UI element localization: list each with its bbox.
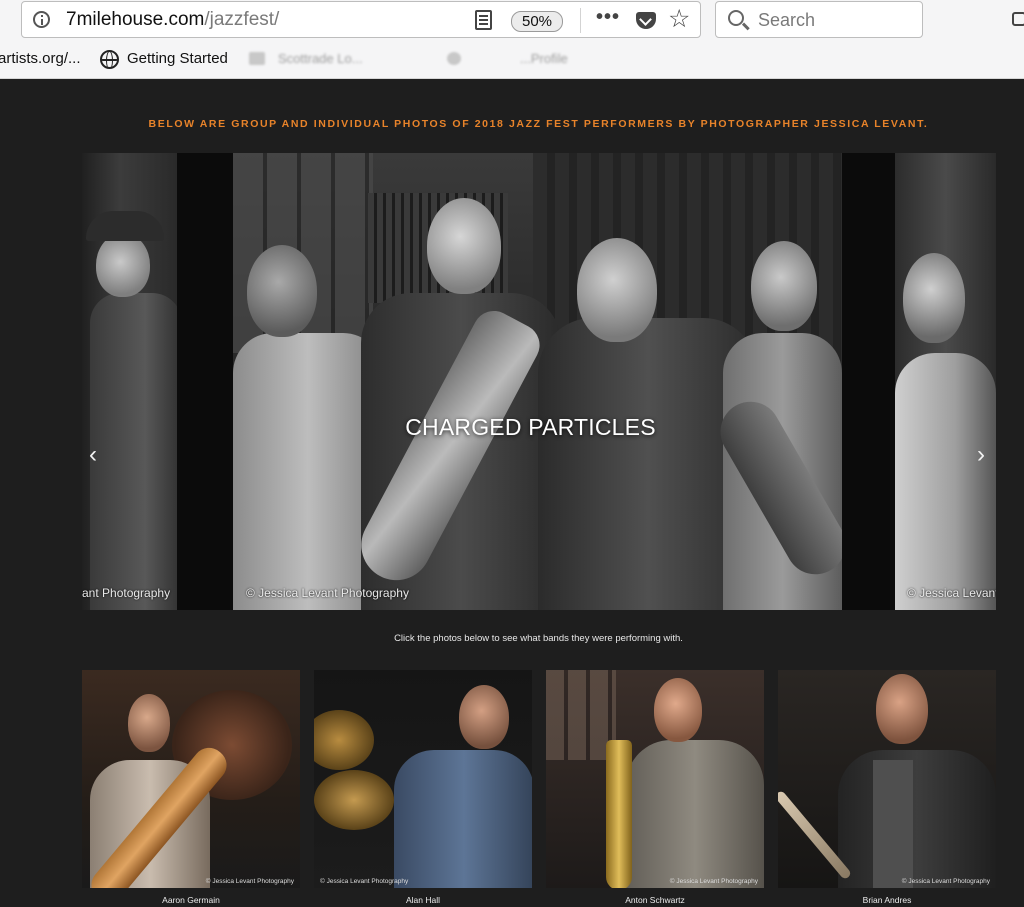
reader-view-icon[interactable] [475, 10, 492, 30]
profile-favicon [447, 52, 461, 65]
bookmark-scottrade[interactable]: Scottrade Lo... [278, 51, 363, 66]
overflow-icon[interactable] [1012, 12, 1024, 26]
bookmark-artists[interactable]: artists.org/... [0, 50, 81, 67]
performer-head [876, 674, 928, 744]
search-icon [728, 10, 744, 26]
next-arrow-icon[interactable]: › [977, 443, 985, 467]
search-bar[interactable]: Search [715, 1, 923, 38]
saxophone-shape [606, 740, 632, 888]
toolbar-divider [580, 8, 581, 33]
zoom-level-badge[interactable]: 50% [511, 11, 564, 32]
page-content: BELOW ARE GROUP AND INDIVIDUAL PHOTOS OF… [0, 79, 1024, 907]
photo-slider[interactable]: ant Photography © Jessica Levant Photogr… [82, 153, 996, 610]
thumb-watermark: © Jessica Levant Photography [205, 878, 294, 885]
previous-slide-photo[interactable]: ant Photography [82, 153, 177, 610]
bookmark-getting-started[interactable]: Getting Started [127, 50, 228, 67]
globe-icon [100, 50, 119, 69]
performer-body [838, 750, 996, 888]
bookmark-profile[interactable]: ...Profile [520, 51, 568, 66]
performer-2-head [427, 198, 501, 294]
watermark-left: ant Photography [82, 586, 171, 600]
thumb-watermark: © Jessica Levant Photography [901, 878, 990, 885]
scottrade-favicon [249, 52, 265, 65]
search-placeholder: Search [758, 10, 816, 30]
performer-thumb-brian-andres[interactable]: © Jessica Levant Photography [778, 670, 996, 888]
cap-shape [86, 211, 164, 241]
performer-name-brian-andres[interactable]: Brian Andres [778, 895, 996, 905]
browser-toolbar: 7milehouse.com/jazzfest/ 50% ••• ☆ Searc… [0, 0, 1024, 79]
intro-heading: BELOW ARE GROUP AND INDIVIDUAL PHOTOS OF… [148, 118, 929, 130]
performer-name-anton-schwartz[interactable]: Anton Schwartz [546, 895, 764, 905]
watermark-right: © Jessica Levant P [907, 586, 996, 600]
star-icon[interactable]: ☆ [668, 4, 690, 34]
performer-head [654, 678, 702, 742]
previous-arrow-icon[interactable]: ‹ [89, 443, 97, 467]
performer-body [394, 750, 532, 888]
t-shirt-shape [873, 760, 913, 888]
performer-name-aaron-germain[interactable]: Aaron Germain [82, 895, 300, 905]
click-instructions: Click the photos below to see what bands… [394, 633, 683, 644]
thumb-watermark: © Jessica Levant Photography [669, 878, 758, 885]
url-path: /jazzfest/ [204, 9, 280, 30]
next-slide-photo[interactable]: © Jessica Levant P [895, 153, 996, 610]
performer-thumb-alan-hall[interactable]: © Jessica Levant Photography [314, 670, 532, 888]
performer-head-right [903, 253, 965, 343]
info-icon[interactable] [33, 11, 50, 28]
performer-head [96, 233, 150, 297]
cymbal-shape [314, 710, 374, 770]
performer-thumb-anton-schwartz[interactable]: © Jessica Levant Photography [546, 670, 764, 888]
cymbal-shape [314, 770, 394, 830]
performer-head [128, 694, 170, 752]
bookmarks-toolbar: artists.org/... Getting Started Scottrad… [0, 46, 1024, 76]
performer-thumb-aaron-germain[interactable]: © Jessica Levant Photography [82, 670, 300, 888]
url-text[interactable]: 7milehouse.com/jazzfest/ [66, 9, 279, 31]
performer-1-head [247, 245, 317, 337]
watermark-center: © Jessica Levant Photography [246, 586, 409, 600]
more-icon[interactable]: ••• [596, 6, 620, 29]
performer-4-head [751, 241, 817, 331]
url-domain: 7milehouse.com [66, 9, 205, 30]
current-slide-photo[interactable]: © Jessica Levant Photography [233, 153, 842, 610]
address-bar[interactable]: 7milehouse.com/jazzfest/ 50% ••• ☆ [21, 1, 701, 38]
performer-figure [90, 293, 177, 610]
performer-head [459, 685, 509, 749]
thumb-watermark: © Jessica Levant Photography [320, 878, 409, 885]
slide-caption: CHARGED PARTICLES [405, 414, 656, 440]
performer-body [626, 740, 764, 888]
pocket-icon[interactable] [636, 12, 656, 29]
performer-figure-right [895, 353, 996, 610]
performer-name-alan-hall[interactable]: Alan Hall [314, 895, 532, 905]
performer-3-head [577, 238, 657, 342]
